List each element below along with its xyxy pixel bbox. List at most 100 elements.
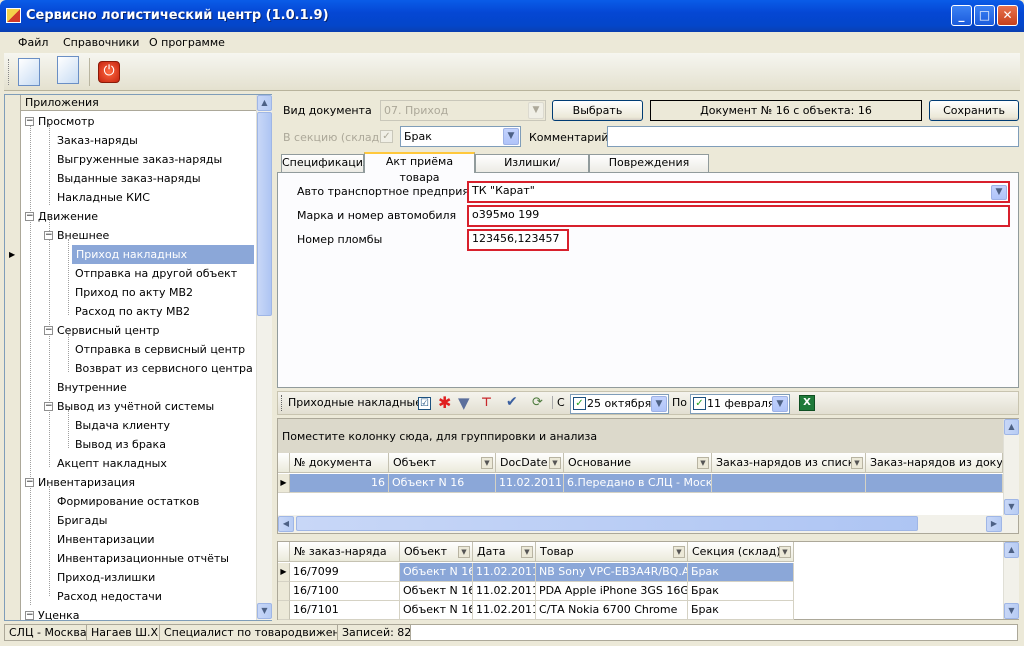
save-button[interactable]: Сохранить — [929, 100, 1019, 121]
maximize-button[interactable]: □ — [974, 5, 995, 26]
section-select[interactable]: Брак ▼ — [400, 126, 521, 147]
tree-item-issue-to-client[interactable]: Выдача клиенту — [75, 416, 170, 435]
tree-item-incoming-mv2[interactable]: Приход по акту МВ2 — [75, 283, 193, 302]
chevron-down-icon[interactable]: ▼ — [521, 546, 533, 558]
tree-item-movement[interactable]: Движение — [38, 207, 98, 226]
tree-item-service-center[interactable]: Сервисный центр — [57, 321, 159, 340]
close-button[interactable]: ✕ — [997, 5, 1018, 26]
table-cell[interactable]: Объект N 16 — [389, 474, 496, 493]
from-date-checkbox[interactable]: ✓ — [573, 397, 586, 410]
seal-input[interactable]: 123456,123457 — [467, 229, 569, 251]
table-cell[interactable] — [866, 474, 1003, 493]
chevron-down-icon[interactable]: ▼ — [772, 396, 788, 412]
chevron-down-icon[interactable]: ▼ — [991, 185, 1007, 200]
scroll-left-icon[interactable]: ◀ — [278, 516, 294, 532]
comment-input[interactable] — [607, 126, 1019, 147]
table-cell[interactable]: Объект N 16 — [400, 563, 473, 582]
chevron-down-icon[interactable]: ▼ — [481, 457, 493, 469]
table-cell[interactable] — [712, 474, 866, 493]
col-basis[interactable]: Основание ▼ — [564, 453, 712, 473]
scroll-down-icon[interactable]: ▼ — [1004, 499, 1019, 515]
collapse-icon[interactable]: − — [44, 326, 53, 335]
table-cell[interactable]: 16 — [290, 474, 389, 493]
table-cell[interactable]: 11.02.2011 — [473, 582, 536, 601]
from-date-picker[interactable]: ✓ 25 октября ▼ — [570, 394, 669, 414]
tree-item-issued-orders[interactable]: Выданные заказ-наряды — [57, 169, 201, 188]
tree-item-inventory[interactable]: Инвентаризация — [38, 473, 135, 492]
grid1-vertical-scrollbar[interactable]: ▲ ▼ — [1003, 419, 1019, 515]
choose-button[interactable]: Выбрать — [552, 100, 643, 121]
tree-item-balances[interactable]: Формирование остатков — [57, 492, 199, 511]
tree-scrollbar[interactable]: ▲ ▼ — [256, 95, 272, 620]
scroll-thumb[interactable] — [296, 516, 918, 531]
group-by-area[interactable]: Поместите колонку сюда, для группировки … — [278, 419, 1003, 453]
col-order-number[interactable]: № заказ-наряда — [290, 542, 400, 562]
chevron-down-icon[interactable]: ▼ — [651, 396, 667, 412]
chevron-down-icon[interactable]: ▼ — [503, 128, 519, 145]
tree-item-view[interactable]: Просмотр — [38, 112, 94, 131]
col-object[interactable]: Объект ▼ — [389, 453, 496, 473]
excel-export-icon[interactable]: X — [799, 395, 815, 411]
filter-icon[interactable]: ▼ — [458, 394, 470, 412]
tree-item-withdrawal[interactable]: Вывод из учётной системы — [57, 397, 214, 416]
add-icon[interactable]: ✱ — [438, 393, 451, 412]
col-docdate[interactable]: DocDate ▼ — [496, 453, 564, 473]
chevron-down-icon[interactable]: ▼ — [779, 546, 791, 558]
tree-item-internal[interactable]: Внутренние — [57, 378, 127, 397]
table-cell[interactable]: Брак — [688, 582, 794, 601]
col-orders-from-doc[interactable]: Заказ-нарядов из докумен — [866, 453, 1003, 473]
filter-clear-icon[interactable]: ⊤ — [481, 395, 492, 409]
scroll-up-icon[interactable]: ▲ — [1004, 542, 1019, 558]
mark-all-icon[interactable]: ✔ — [506, 394, 518, 410]
table-cell[interactable]: 6.Передано в СЛЦ - Москва — [564, 474, 712, 493]
tree-item-out-of-defect[interactable]: Вывод из брака — [75, 435, 166, 454]
col-object[interactable]: Объект ▼ — [400, 542, 473, 562]
col-doc-number[interactable]: № документа — [290, 453, 389, 473]
tree-item-send-to-object[interactable]: Отправка на другой объект — [75, 264, 237, 283]
tree-item-inventories[interactable]: Инвентаризации — [57, 530, 155, 549]
collapse-icon[interactable]: − — [25, 117, 34, 126]
table-cell[interactable]: Объект N 16 — [400, 601, 473, 620]
tree-item-outgoing-mv2[interactable]: Расход по акту МВ2 — [75, 302, 190, 321]
col-goods[interactable]: Товар ▼ — [536, 542, 688, 562]
menu-references[interactable]: Справочники — [63, 36, 139, 49]
table-cell[interactable]: 11.02.2011 — [473, 563, 536, 582]
tree-item-exported-orders[interactable]: Выгруженные заказ-наряды — [57, 150, 222, 169]
tree-item-teams[interactable]: Бригады — [57, 511, 108, 530]
tree-item-markdown[interactable]: Уценка — [38, 606, 80, 620]
carrier-select[interactable]: ТК "Карат" ▼ — [467, 181, 1010, 203]
tab-damage[interactable]: Повреждения товара — [589, 154, 709, 185]
tab-acceptance-act[interactable]: Акт приёма товара — [364, 152, 475, 184]
to-date-picker[interactable]: ✓ 11 февраля ▼ — [690, 394, 790, 414]
copy-document-button[interactable] — [54, 56, 82, 88]
tree-item-incoming-invoices[interactable]: Приход накладных — [72, 245, 254, 264]
col-date[interactable]: Дата ▼ — [473, 542, 536, 562]
table-cell[interactable]: 11.02.2011 — [473, 601, 536, 620]
chevron-down-icon[interactable]: ▼ — [851, 457, 863, 469]
table-cell[interactable]: PDA Apple iPhone 3GS 16Gb Bl — [536, 582, 688, 601]
scroll-thumb[interactable] — [257, 112, 272, 316]
tree-item-work-orders[interactable]: Заказ-наряды — [57, 131, 138, 150]
grid1-horizontal-scrollbar[interactable]: ◀ ▶ — [278, 515, 1018, 533]
collapse-icon[interactable]: − — [25, 478, 34, 487]
col-section[interactable]: Секция (склад) ▼ — [688, 542, 794, 562]
col-orders-from-list[interactable]: Заказ-нарядов из списка ▼ — [712, 453, 866, 473]
tab-specification[interactable]: Спецификация — [281, 154, 369, 172]
refresh-icon[interactable]: ⟳ — [532, 395, 543, 410]
new-document-button[interactable] — [18, 58, 46, 88]
collapse-icon[interactable]: − — [44, 402, 53, 411]
scroll-up-icon[interactable]: ▲ — [1004, 419, 1019, 435]
table-cell[interactable]: Брак — [688, 563, 794, 582]
tree-item-external[interactable]: Внешнее — [57, 226, 109, 245]
tree-item-inventory-reports[interactable]: Инвентаризационные отчёты — [57, 549, 229, 568]
power-exit-button[interactable]: ⏻ — [98, 61, 120, 83]
scroll-right-icon[interactable]: ▶ — [986, 516, 1002, 532]
vehicle-input[interactable]: о395мо 199 — [467, 205, 1010, 227]
expand-icon[interactable]: − — [25, 611, 34, 620]
table-cell[interactable]: 16/7099 — [290, 563, 400, 582]
tree-item-shortage-expense[interactable]: Расход недостачи — [57, 587, 162, 606]
table-cell[interactable]: Объект N 16 — [400, 582, 473, 601]
table-cell[interactable]: 16/7101 — [290, 601, 400, 620]
grid-checkbox[interactable]: ☑ — [418, 397, 431, 410]
chevron-down-icon[interactable]: ▼ — [458, 546, 470, 558]
